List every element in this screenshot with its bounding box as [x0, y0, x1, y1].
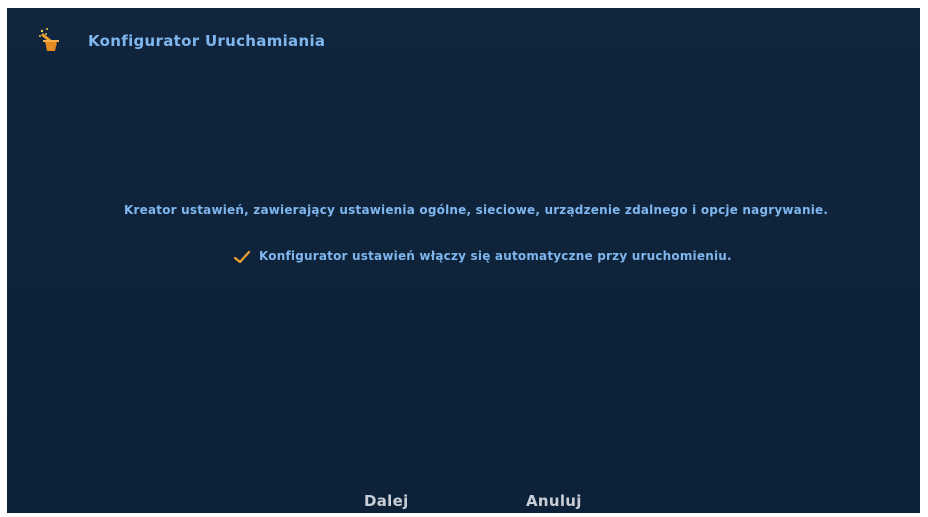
cancel-button[interactable]: Anuluj — [526, 492, 582, 510]
wizard-wand-icon — [37, 27, 63, 53]
wizard-description: Kreator ustawień, zawierający ustawienia… — [124, 203, 829, 217]
auto-start-checkbox[interactable]: Konfigurator ustawień włączy się automat… — [233, 247, 732, 265]
window-title: Konfigurator Uruchamiania — [88, 32, 326, 50]
auto-start-label: Konfigurator ustawień włączy się automat… — [259, 249, 732, 263]
checkmark-icon[interactable] — [233, 249, 251, 264]
next-button[interactable]: Dalej — [364, 492, 409, 510]
startup-wizard-screen: Konfigurator Uruchamiania Kreator ustawi… — [7, 8, 920, 513]
title-bar: Konfigurator Uruchamiania — [7, 8, 920, 68]
